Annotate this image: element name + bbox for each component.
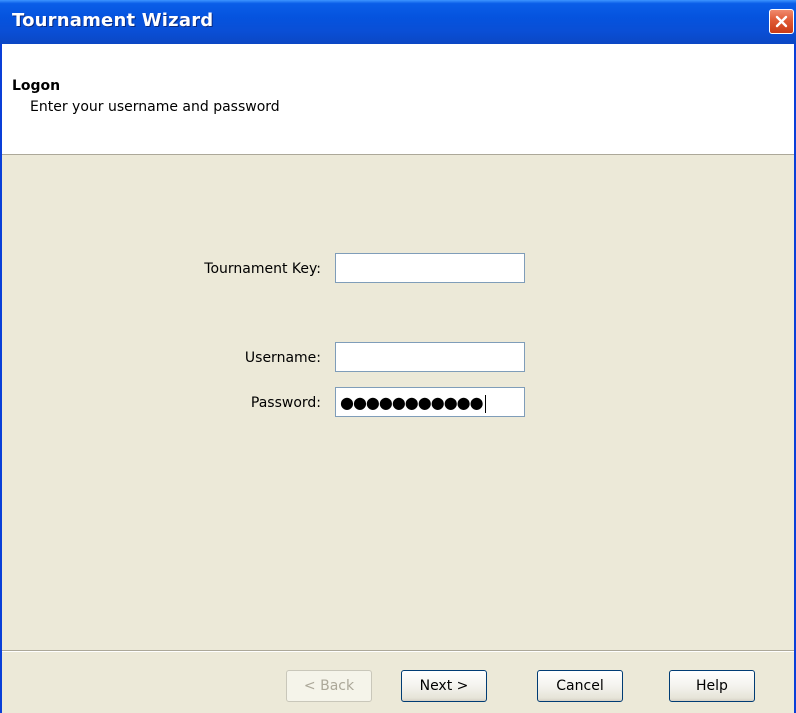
password-masked-value: ●●●●●●●●●●● bbox=[340, 393, 486, 413]
page-subtitle: Enter your username and password bbox=[30, 99, 280, 115]
help-button[interactable]: Help bbox=[669, 670, 755, 702]
wizard-content: Tournament Key: Username: Password: ●●●●… bbox=[2, 155, 794, 650]
tournament-wizard-window: Tournament Wizard Logon Enter your usern… bbox=[0, 0, 796, 713]
page-title: Logon bbox=[12, 78, 61, 94]
next-button[interactable]: Next > bbox=[401, 670, 487, 702]
password-input[interactable]: ●●●●●●●●●●● bbox=[335, 387, 525, 417]
close-icon bbox=[774, 14, 789, 29]
text-caret bbox=[484, 394, 486, 413]
back-button[interactable]: < Back bbox=[286, 670, 372, 702]
username-input[interactable] bbox=[335, 342, 525, 372]
password-label: Password: bbox=[250, 395, 321, 411]
username-label: Username: bbox=[244, 350, 321, 366]
window-title: Tournament Wizard bbox=[12, 10, 214, 31]
tournament-key-label: Tournament Key: bbox=[204, 261, 321, 277]
cancel-button[interactable]: Cancel bbox=[537, 670, 623, 702]
wizard-header: Logon Enter your username and password bbox=[2, 44, 794, 155]
close-button[interactable] bbox=[769, 9, 794, 34]
wizard-footer: < Back Next > Cancel Help bbox=[2, 652, 794, 713]
tournament-key-input[interactable] bbox=[335, 253, 525, 283]
title-bar[interactable]: Tournament Wizard bbox=[0, 0, 796, 44]
